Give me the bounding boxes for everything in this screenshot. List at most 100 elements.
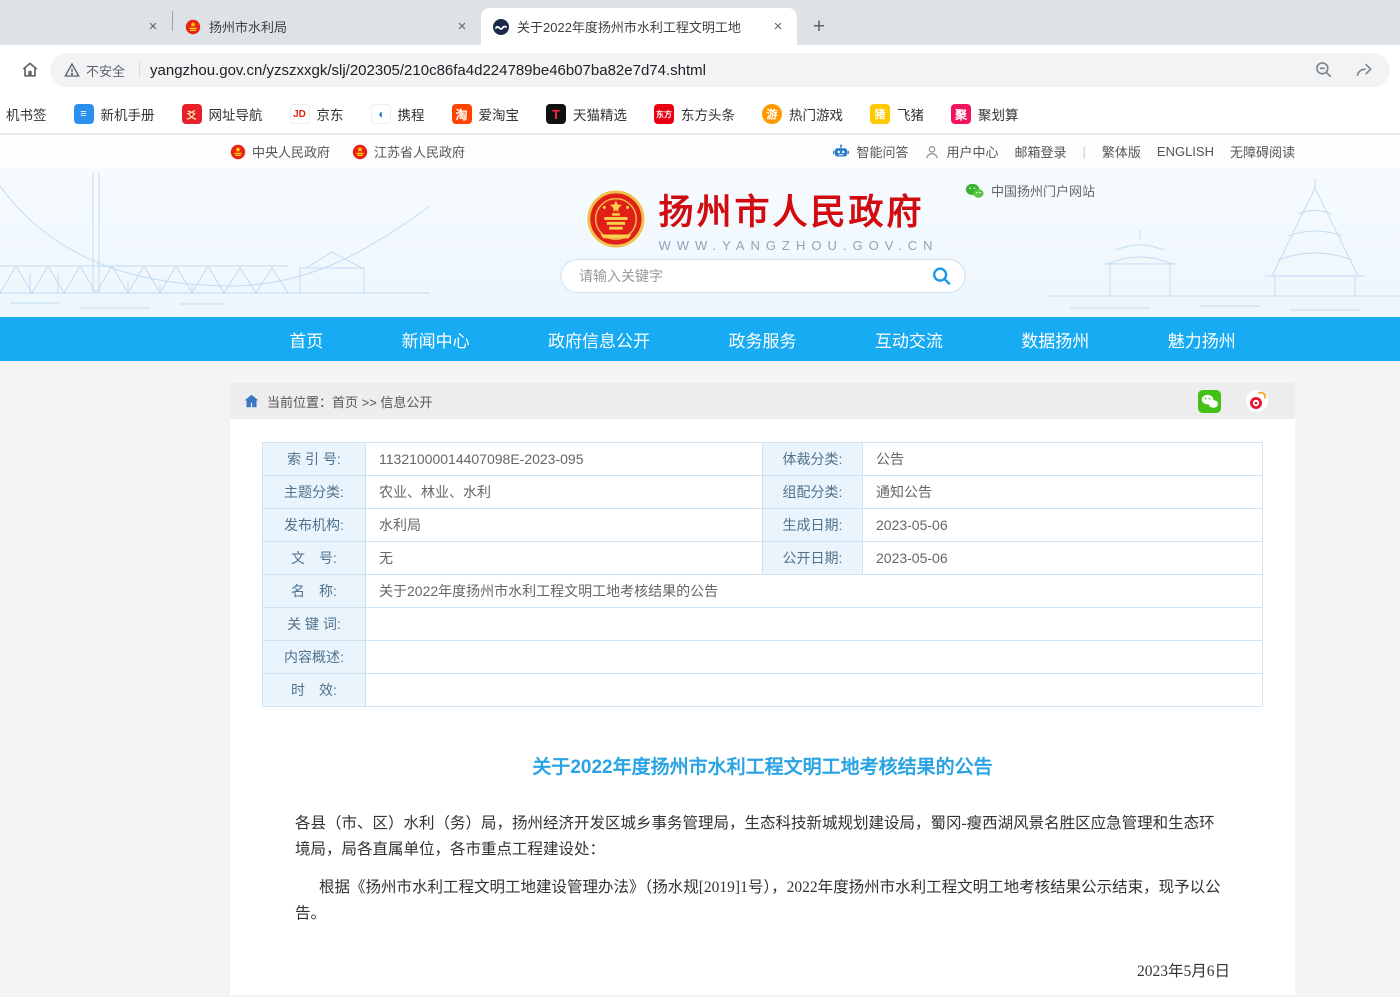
accessibility-link[interactable]: 无障碍阅读 [1230,142,1295,161]
site-logo[interactable]: 扬州市人民政府 WWW.YANGZHOU.GOV.CN [586,184,938,253]
meta-value-doc-number: 无 [366,542,763,574]
nav-services[interactable]: 政务服务 [728,327,796,352]
share-icon[interactable] [1352,58,1376,82]
share-wechat-icon[interactable] [1198,390,1221,413]
meta-value-validity [366,674,1262,706]
bookmark-item[interactable]: 聚 聚划算 [951,104,1019,124]
table-row: 文 号: 无 公开日期: 2023-05-06 [263,542,1262,575]
share-weibo-icon[interactable] [1245,389,1269,413]
meta-label: 主题分类: [263,476,366,508]
article-body: 关于2022年度扬州市水利工程文明工地考核结果的公告 各县（市、区）水利（务）局… [230,752,1295,997]
page-background: 当前位置：首页 >> 信息公开 索 引 号: 11321000014407098… [0,361,1400,995]
bookmark-item[interactable]: ≡ 新机手册 [74,104,155,124]
bookmark-item[interactable]: ◖ 携程 [371,104,425,124]
smart-qa-link[interactable]: 智能问答 [832,142,908,161]
meta-value-publish-date: 2023-05-06 [863,542,1326,574]
bookmark-label: 热门游戏 [789,104,843,124]
browser-page-favicon-icon [493,19,509,35]
tab-2[interactable]: 扬州市水利局 × [173,8,481,45]
breadcrumb-label: 当前位置： [267,395,332,410]
main-navigation: 首页 新闻中心 政府信息公开 政务服务 互动交流 数据扬州 魅力扬州 [0,317,1400,361]
meta-label: 体裁分类: [763,443,863,475]
search-input[interactable] [579,268,930,284]
tab-close-icon[interactable]: × [769,18,787,36]
nav-home[interactable]: 首页 [289,327,323,352]
bookmark-item[interactable]: 机书签 [6,104,47,124]
nav-data[interactable]: 数据扬州 [1021,327,1089,352]
meta-label: 文 号: [263,542,366,574]
gov-emblem-favicon-icon [185,19,201,35]
article-date: 2023年5月6日 [295,959,1230,981]
national-emblem-icon [586,190,644,248]
meta-label: 关 键 词: [263,608,366,640]
table-row: 内容概述: [263,641,1262,674]
taobao-icon: 淘 [452,104,472,124]
meta-value-title: 关于2022年度扬州市水利工程文明工地考核结果的公告 [366,575,1262,607]
bookmark-label: 新机手册 [101,104,155,124]
tab-close-icon[interactable]: × [144,18,162,36]
breadcrumb-home-icon[interactable] [244,394,259,408]
nav-news[interactable]: 新闻中心 [402,327,470,352]
tab-close-icon[interactable]: × [453,18,471,36]
gov-emblem-icon [230,144,246,160]
link-label: 智能问答 [856,142,908,161]
url-text[interactable]: yangzhou.gov.cn/yzszxxgk/slj/202305/210c… [150,62,1296,79]
security-status[interactable]: 不安全 [86,61,125,80]
bookmark-label: 机书签 [6,104,47,124]
meta-value-genre: 公告 [863,443,1326,475]
meta-label: 生成日期: [763,509,863,541]
article-title: 关于2022年度扬州市水利工程文明工地考核结果的公告 [295,752,1230,779]
bookmark-item[interactable]: 猪 飞猪 [870,104,924,124]
tab-3-active[interactable]: 关于2022年度扬州市水利工程文明工地 × [481,8,797,45]
traditional-chinese-link[interactable]: 繁体版 [1102,142,1141,161]
address-field[interactable]: 不安全 yangzhou.gov.cn/yzszxxgk/slj/202305/… [50,53,1390,87]
games-icon: 游 [762,104,782,124]
link-label: 江苏省人民政府 [374,142,465,161]
mail-login-link[interactable]: 邮箱登录 [1014,142,1066,161]
bookmark-item[interactable]: 爻 网址导航 [182,104,263,124]
link-central-gov[interactable]: 中央人民政府 [230,142,330,161]
juhuasuan-icon: 聚 [951,104,971,124]
new-tab-button[interactable]: + [805,13,833,41]
gov-emblem-icon [352,144,368,160]
breadcrumb: 当前位置：首页 >> 信息公开 [230,383,1295,419]
address-divider [139,62,140,78]
tab-1[interactable]: × [0,8,172,45]
document-meta-table: 索 引 号: 11321000014407098E-2023-095 体裁分类:… [262,442,1263,707]
user-icon [924,144,940,160]
nav-info-disclosure[interactable]: 政府信息公开 [548,327,650,352]
user-center-link[interactable]: 用户中心 [924,142,998,161]
table-row: 关 键 词: [263,608,1262,641]
link-label: 中央人民政府 [252,142,330,161]
tab-title: 扬州市水利局 [209,17,447,36]
meta-value-created-date: 2023-05-06 [863,509,1326,541]
bookmark-item[interactable]: 游 热门游戏 [762,104,843,124]
bookmark-item[interactable]: JD 京东 [290,104,344,124]
tmall-icon: T [546,104,566,124]
jd-icon: JD [290,104,310,124]
breadcrumb-path[interactable]: 首页 >> 信息公开 [332,395,432,410]
robot-icon [832,144,850,160]
bookmark-item[interactable]: 淘 爱淘宝 [452,104,520,124]
nav-interaction[interactable]: 互动交流 [875,327,943,352]
site-search[interactable] [560,259,965,293]
wechat-icon [965,183,984,199]
search-icon[interactable] [930,265,952,287]
article-paragraph: 根据《扬州市水利工程文明工地建设管理办法》（扬水规[2019]1号），2022年… [295,875,1230,927]
meta-label: 内容概述: [263,641,366,673]
portal-wechat-link[interactable]: 中国扬州门户网站 [965,181,1095,200]
english-link[interactable]: ENGLISH [1157,144,1214,159]
bookmark-item[interactable]: 东方 东方头条 [654,104,735,124]
bookmark-label: 携程 [398,104,425,124]
link-jiangsu-gov[interactable]: 江苏省人民政府 [352,142,465,161]
meta-value-summary [366,641,1262,673]
home-icon[interactable] [16,56,44,84]
manual-icon: ≡ [74,104,94,124]
bookmark-item[interactable]: T 天猫精选 [546,104,627,124]
nav-charm[interactable]: 魅力扬州 [1168,327,1236,352]
meta-value-index-number: 11321000014407098E-2023-095 [366,443,763,475]
zoom-out-icon[interactable] [1312,58,1336,82]
bookmarks-bar: 机书签 ≡ 新机手册 爻 网址导航 JD 京东 ◖ 携程 淘 爱淘宝 T 天猫精… [0,95,1400,135]
meta-value-category: 通知公告 [863,476,1326,508]
bookmark-label: 天猫精选 [573,104,627,124]
